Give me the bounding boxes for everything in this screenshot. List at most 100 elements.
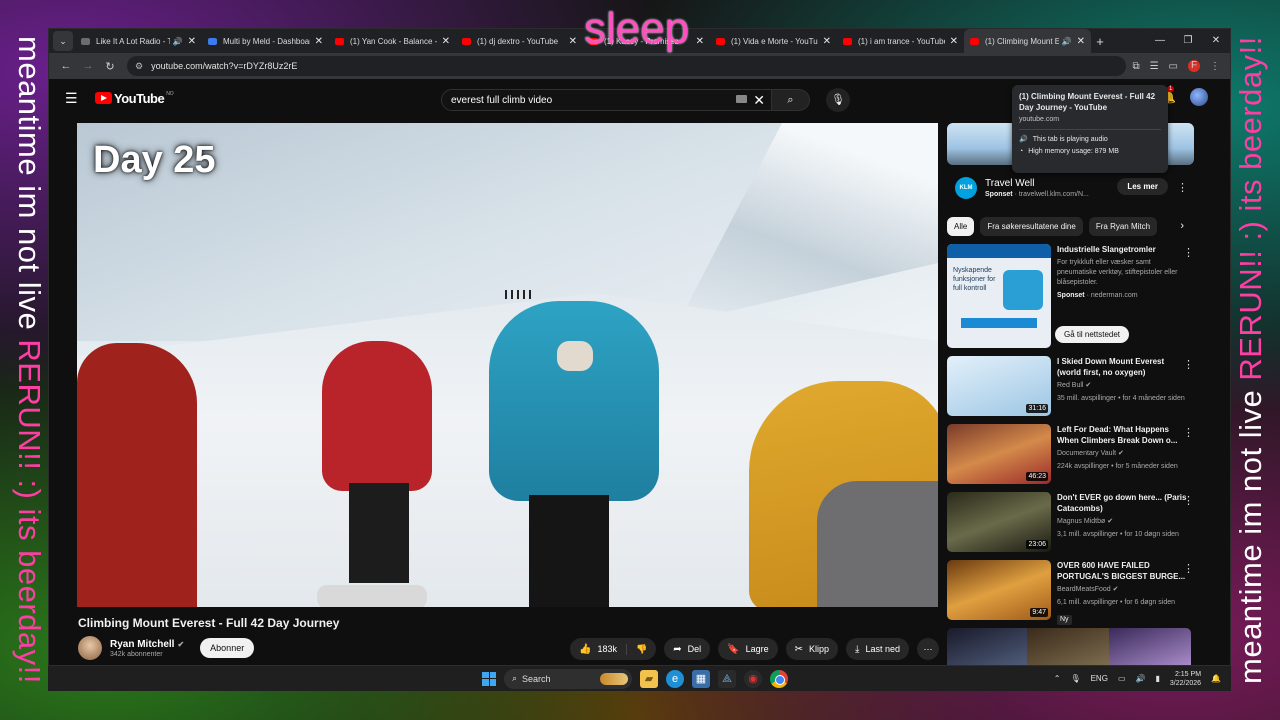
chrome-icon[interactable] <box>770 669 788 688</box>
account-avatar[interactable] <box>1190 87 1208 106</box>
tab-audio-icon[interactable]: 🔊 <box>173 37 183 46</box>
recommendation-title[interactable]: OVER 600 HAVE FAILED PORTUGAL'S BIGGEST … <box>1057 560 1187 582</box>
dislike-button[interactable]: 👎 <box>626 643 656 655</box>
recommendation-thumbnail[interactable]: 23:06 <box>947 492 1051 552</box>
dev-tool-icon[interactable]: ⟁ <box>718 669 736 688</box>
recommendation-thumbnail[interactable]: 9:47 <box>947 560 1051 620</box>
chip-all[interactable]: Alle <box>947 217 975 236</box>
recommendation-menu-icon[interactable]: ⋮ <box>1183 426 1194 439</box>
share-button[interactable]: ➦ Del <box>664 638 711 660</box>
recommendation-title[interactable]: Don't EVER go down here... (Paris Cataco… <box>1057 492 1187 514</box>
browser-tab[interactable]: (1) i am trance - YouTube ✕ <box>837 29 964 53</box>
voice-search-button[interactable]: 🎙 <box>826 88 850 112</box>
recommendation-thumbnail[interactable]: 46:23 <box>947 424 1051 484</box>
channel-name-row[interactable]: Ryan Mitchell ✔ <box>110 639 184 650</box>
channel-avatar[interactable] <box>78 636 102 660</box>
sidepanel-icon[interactable]: ▭ <box>1169 61 1178 72</box>
visit-site-button[interactable]: Gå til nettstedet <box>1055 326 1130 343</box>
recommendation-menu-icon[interactable]: ⋮ <box>1183 562 1194 575</box>
recommendation-item[interactable]: 46:23 Left For Dead: What Happens When Cl… <box>947 424 1194 484</box>
youtube-logo[interactable]: YouTube NO <box>95 91 174 106</box>
chevron-right-icon[interactable]: › <box>1180 220 1184 232</box>
extensions-icon[interactable]: ⧉ <box>1132 61 1139 72</box>
channel-name[interactable]: Ryan Mitchell <box>110 639 174 650</box>
ad-menu-icon[interactable]: ⋮ <box>1177 181 1188 194</box>
like-button[interactable]: 👍 183k <box>570 644 626 655</box>
minimize-icon[interactable]: — <box>1146 29 1174 53</box>
menu-icon[interactable]: ⋮ <box>1210 61 1220 72</box>
file-explorer-icon[interactable]: ▰ <box>640 669 658 688</box>
recommendation-title[interactable]: I Skied Down Mount Everest (world first,… <box>1057 356 1187 378</box>
browser-tab[interactable]: (1) Vida e Morte - YouTub ✕ <box>710 29 837 53</box>
volume-icon[interactable]: 🔊 <box>1136 674 1146 683</box>
edge-icon[interactable]: e <box>666 669 684 688</box>
recommendation-channel[interactable]: Red Bull ✔ <box>1057 381 1187 391</box>
browser-tab[interactable]: Like It A Lot Radio - T 🔊 ✕ <box>75 29 202 53</box>
download-button[interactable]: ⤓ Last ned <box>846 638 909 660</box>
tab-close-icon[interactable]: ✕ <box>442 36 450 47</box>
tab-close-icon[interactable]: ✕ <box>188 36 196 47</box>
browser-tab[interactable]: (1) dj dextro - YouTube ✕ <box>456 29 583 53</box>
save-button[interactable]: 🔖 Lagre <box>718 638 778 660</box>
taskbar-search[interactable]: ⌕ Search <box>504 668 632 689</box>
recommendation-item[interactable]: 31:16 I Skied Down Mount Everest (world f… <box>947 356 1194 416</box>
sponsored-thumbnail[interactable]: Nyskapende funksjoner for full kontroll <box>947 244 1051 348</box>
back-icon[interactable]: ← <box>55 60 77 72</box>
browser-tab[interactable]: (1) Climbing Mount E 🔊 ✕ <box>964 29 1091 53</box>
tab-close-icon[interactable]: ✕ <box>696 36 704 47</box>
maximize-icon[interactable]: ❐ <box>1174 29 1202 53</box>
notifications-icon[interactable]: 🔔 <box>1211 674 1221 683</box>
tab-close-icon[interactable]: ✕ <box>569 36 577 47</box>
chip-from-search[interactable]: Fra søkeresultatene dine <box>980 217 1083 236</box>
tray-chevron-icon[interactable]: ⌃ <box>1054 674 1061 683</box>
recommendation-menu-icon[interactable]: ⋮ <box>1183 494 1194 507</box>
store-icon[interactable]: ▦ <box>692 669 710 688</box>
start-button-icon[interactable] <box>482 671 496 686</box>
sponsored-card[interactable]: Nyskapende funksjoner for full kontroll … <box>947 244 1194 348</box>
chip-from-channel[interactable]: Fra Ryan Mitch <box>1088 217 1158 236</box>
tab-close-icon[interactable]: ✕ <box>315 36 323 47</box>
recommendation-thumbnail[interactable]: 31:16 <box>947 356 1051 416</box>
recommendation-channel[interactable]: Documentary Vault ✔ <box>1057 449 1187 459</box>
clear-search-icon[interactable]: ✕ <box>753 92 765 109</box>
recommendation-item[interactable]: 23:06 Don't EVER go down here... (Paris C… <box>947 492 1194 552</box>
recommendation-title[interactable]: Left For Dead: What Happens When Climber… <box>1057 424 1187 446</box>
sponsored-title[interactable]: Industrielle Slangetromler <box>1057 244 1187 255</box>
search-button[interactable]: ⌕ <box>772 89 810 111</box>
hamburger-menu-icon[interactable]: ☰ <box>65 90 85 107</box>
forward-icon[interactable]: → <box>77 60 99 72</box>
site-info-icon[interactable]: ⚙ <box>135 61 143 72</box>
video-player[interactable]: Day 25 <box>77 123 938 607</box>
recommendation-item[interactable]: 9:47 OVER 600 HAVE FAILED PORTUGAL'S BIGG… <box>947 560 1194 625</box>
recommendation-channel[interactable]: Magnus Midtbø ✔ <box>1057 517 1187 527</box>
battery-icon[interactable]: ▮ <box>1155 674 1159 683</box>
clock[interactable]: 2:15 PM 3/22/2026 <box>1170 670 1201 688</box>
ad-learn-more-button[interactable]: Les mer <box>1117 178 1168 195</box>
tab-close-icon[interactable]: ✕ <box>823 36 831 47</box>
address-bar[interactable]: ⚙ youtube.com/watch?v=rDYZr8Uz2rE <box>127 56 1127 76</box>
klm-logo[interactable]: KLM <box>955 177 977 199</box>
reload-icon[interactable]: ↻ <box>99 60 121 73</box>
tab-search-button[interactable]: ⌄ <box>53 31 73 51</box>
ad-title[interactable]: Travel Well <box>985 178 1089 189</box>
close-window-icon[interactable]: ✕ <box>1202 29 1230 53</box>
recommendation-channel[interactable]: BeardMeatsFood ✔ <box>1057 585 1187 595</box>
language-indicator[interactable]: ENG <box>1091 674 1108 683</box>
reading-list-icon[interactable]: ☰ <box>1150 61 1159 72</box>
new-tab-button[interactable]: + <box>1091 34 1109 49</box>
tray-mic-icon[interactable]: 🎙 <box>1070 674 1080 683</box>
tab-close-icon[interactable]: ✕ <box>1077 36 1085 47</box>
network-icon[interactable]: ▭ <box>1118 674 1126 683</box>
tab-audio-icon[interactable]: 🔊 <box>1062 37 1072 46</box>
browser-tab[interactable]: Multi by Meld - Dashboar ✕ <box>202 29 329 53</box>
search-input[interactable]: everest full climb video ✕ <box>441 89 772 111</box>
tab-close-icon[interactable]: ✕ <box>950 36 958 47</box>
more-actions-button[interactable]: ⋯ <box>917 638 939 660</box>
keyboard-icon[interactable] <box>736 95 747 103</box>
clip-button[interactable]: ✂ Klipp <box>785 638 839 660</box>
recommendation-menu-icon[interactable]: ⋮ <box>1183 358 1194 371</box>
sponsored-menu-icon[interactable]: ⋮ <box>1183 246 1194 259</box>
obs-icon[interactable]: ◉ <box>744 669 762 688</box>
browser-tab[interactable]: (1) Yan Cook - Balance - Y ✕ <box>329 29 456 53</box>
subscribe-button[interactable]: Abonner <box>200 638 255 658</box>
